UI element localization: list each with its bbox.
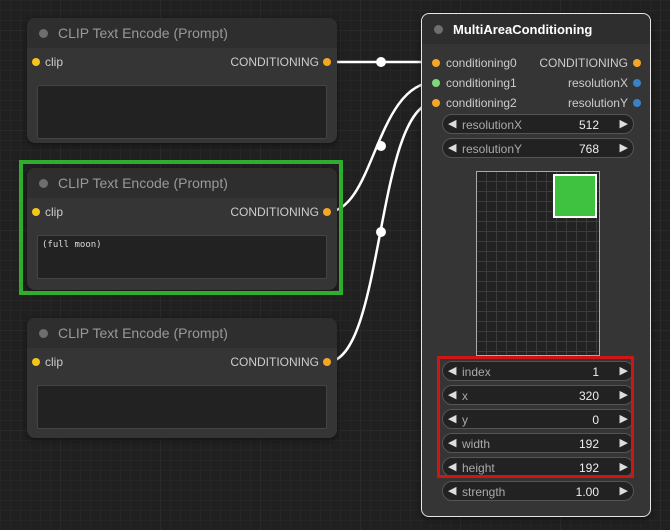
multi-area-conditioning-node[interactable]: MultiAreaConditioning conditioning0 COND… xyxy=(421,13,651,517)
widget-name: width xyxy=(462,437,491,451)
widget-value: 512 xyxy=(578,118,599,132)
clip-text-encode-node-3[interactable]: CLIP Text Encode (Prompt) clip CONDITION… xyxy=(27,318,337,438)
increment-arrow-icon[interactable]: ▶ xyxy=(620,412,628,425)
prompt-textarea[interactable] xyxy=(37,85,327,139)
widget-value: 320 xyxy=(578,389,599,403)
conditioning0-input-slot-icon[interactable] xyxy=(432,59,440,67)
collapse-dot-icon[interactable] xyxy=(39,328,48,338)
strength-widget[interactable]: ◀ strength 1.00 ▶ xyxy=(442,481,634,501)
conditioning2-input-label: conditioning2 xyxy=(446,96,517,110)
resolution-y-output-label: resolutionY xyxy=(567,96,628,110)
prompt-textarea[interactable] xyxy=(37,385,327,429)
clip-text-encode-node-1[interactable]: CLIP Text Encode (Prompt) clip CONDITION… xyxy=(27,18,337,143)
node-title-bar[interactable]: MultiAreaConditioning xyxy=(422,14,650,44)
increment-arrow-icon[interactable]: ▶ xyxy=(620,436,628,449)
collapse-dot-icon[interactable] xyxy=(39,28,48,38)
resolution-x-widget[interactable]: ◀ resolutionX 512 ▶ xyxy=(442,114,634,134)
conditioning-output-label: CONDITIONING xyxy=(230,55,319,69)
clip-input-slot-icon[interactable] xyxy=(32,58,40,66)
conditioning-output-slot-icon[interactable] xyxy=(323,208,331,216)
wire-conditioning1 xyxy=(326,80,437,214)
index-widget[interactable]: ◀ index 1 ▶ xyxy=(442,361,634,381)
widget-name: y xyxy=(462,413,468,427)
conditioning-output-slot-icon[interactable] xyxy=(323,358,331,366)
decrement-arrow-icon[interactable]: ◀ xyxy=(448,460,456,473)
widget-value: 1.00 xyxy=(575,485,599,499)
widget-name: index xyxy=(462,365,491,379)
widget-value: 192 xyxy=(578,437,599,451)
node-title: CLIP Text Encode (Prompt) xyxy=(58,325,228,341)
resolution-y-widget[interactable]: ◀ resolutionY 768 ▶ xyxy=(442,138,634,158)
widget-name: resolutionY xyxy=(462,142,523,156)
widget-value: 192 xyxy=(578,461,599,475)
node-title: MultiAreaConditioning xyxy=(453,21,593,37)
clip-input-slot-icon[interactable] xyxy=(32,358,40,366)
decrement-arrow-icon[interactable]: ◀ xyxy=(448,117,456,130)
increment-arrow-icon[interactable]: ▶ xyxy=(620,484,628,497)
widget-name: resolutionX xyxy=(462,118,523,132)
collapse-dot-icon[interactable] xyxy=(434,24,443,34)
node-title-bar[interactable]: CLIP Text Encode (Prompt) xyxy=(27,318,337,348)
conditioning0-input-label: conditioning0 xyxy=(446,56,517,70)
conditioning-output-slot-icon[interactable] xyxy=(633,59,641,67)
clip-input-label: clip xyxy=(45,55,64,69)
conditioning1-input-slot-icon[interactable] xyxy=(432,79,440,87)
wire-midpoint-1 xyxy=(376,141,386,151)
decrement-arrow-icon[interactable]: ◀ xyxy=(448,484,456,497)
decrement-arrow-icon[interactable]: ◀ xyxy=(448,412,456,425)
collapse-dot-icon[interactable] xyxy=(39,178,48,188)
width-widget[interactable]: ◀ width 192 ▶ xyxy=(442,433,634,453)
x-widget[interactable]: ◀ x 320 ▶ xyxy=(442,385,634,405)
node-title: CLIP Text Encode (Prompt) xyxy=(58,175,228,191)
wire-conditioning2 xyxy=(326,100,437,364)
widget-value: 1 xyxy=(592,365,599,379)
resolution-x-output-label: resolutionX xyxy=(567,76,628,90)
area-preview-canvas[interactable] xyxy=(476,171,600,356)
clip-input-label: clip xyxy=(45,355,64,369)
decrement-arrow-icon[interactable]: ◀ xyxy=(448,141,456,154)
y-widget[interactable]: ◀ y 0 ▶ xyxy=(442,409,634,429)
widget-value: 768 xyxy=(578,142,599,156)
widget-name: x xyxy=(462,389,468,403)
decrement-arrow-icon[interactable]: ◀ xyxy=(448,436,456,449)
increment-arrow-icon[interactable]: ▶ xyxy=(620,460,628,473)
node-title: CLIP Text Encode (Prompt) xyxy=(58,25,228,41)
wire-midpoint-0 xyxy=(376,57,386,67)
selected-area-box[interactable] xyxy=(553,174,597,218)
node-title-bar[interactable]: CLIP Text Encode (Prompt) xyxy=(27,18,337,48)
decrement-arrow-icon[interactable]: ◀ xyxy=(448,388,456,401)
conditioning-output-label: CONDITIONING xyxy=(230,205,319,219)
prompt-textarea[interactable]: (full moon) xyxy=(37,235,327,279)
clip-input-label: clip xyxy=(45,205,64,219)
clip-input-slot-icon[interactable] xyxy=(32,208,40,216)
conditioning-output-label: CONDITIONING xyxy=(539,56,628,70)
widget-name: height xyxy=(462,461,495,475)
node-title-bar[interactable]: CLIP Text Encode (Prompt) xyxy=(27,168,337,198)
conditioning-output-label: CONDITIONING xyxy=(230,355,319,369)
conditioning2-input-slot-icon[interactable] xyxy=(432,99,440,107)
increment-arrow-icon[interactable]: ▶ xyxy=(620,141,628,154)
conditioning1-input-label: conditioning1 xyxy=(446,76,517,90)
resolution-y-output-slot-icon[interactable] xyxy=(633,99,641,107)
conditioning-output-slot-icon[interactable] xyxy=(323,58,331,66)
widget-name: strength xyxy=(462,485,506,499)
decrement-arrow-icon[interactable]: ◀ xyxy=(448,364,456,377)
increment-arrow-icon[interactable]: ▶ xyxy=(620,388,628,401)
increment-arrow-icon[interactable]: ▶ xyxy=(620,117,628,130)
clip-text-encode-node-2[interactable]: CLIP Text Encode (Prompt) clip CONDITION… xyxy=(27,168,337,290)
height-widget[interactable]: ◀ height 192 ▶ xyxy=(442,457,634,477)
widget-value: 0 xyxy=(592,413,599,427)
increment-arrow-icon[interactable]: ▶ xyxy=(620,364,628,377)
resolution-x-output-slot-icon[interactable] xyxy=(633,79,641,87)
wire-midpoint-2 xyxy=(376,227,386,237)
